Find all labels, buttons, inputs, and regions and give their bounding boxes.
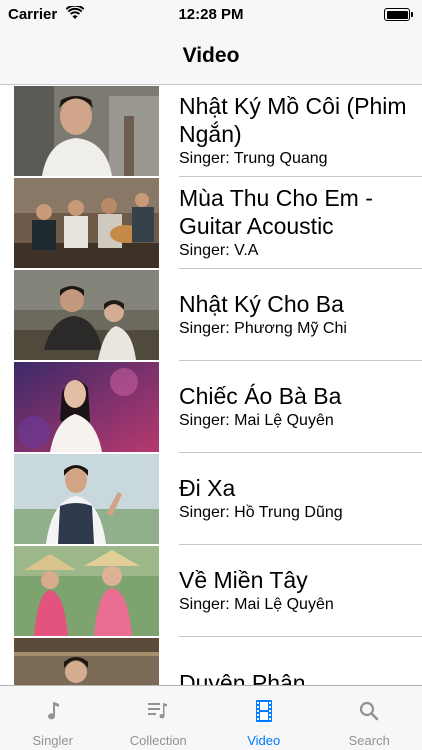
- video-row[interactable]: Đi Xa Singer: Hồ Trung Dũng: [0, 453, 422, 545]
- page-title: Video: [182, 44, 240, 67]
- status-bar: Carrier 12:28 PM: [0, 0, 422, 30]
- tab-search[interactable]: Search: [317, 686, 422, 750]
- video-singer: Singer: Hồ Trung Dũng: [179, 504, 343, 521]
- tab-collection[interactable]: Collection: [106, 686, 212, 750]
- video-title: Chiếc Áo Bà Ba: [179, 383, 342, 409]
- video-thumbnail: [14, 86, 159, 176]
- video-title: Mùa Thu Cho Em - Guitar Acoustic: [179, 185, 373, 239]
- video-row[interactable]: Chiếc Áo Bà Ba Singer: Mai Lệ Quyên: [0, 361, 422, 453]
- video-singer: Singer: Mai Lệ Quyên: [179, 596, 334, 613]
- video-title: Đi Xa: [179, 475, 236, 501]
- video-thumbnail: [14, 270, 159, 360]
- video-singer: Singer: Phương Mỹ Chi: [179, 320, 347, 337]
- video-title: Nhật Ký Mồ Côi (Phim Ngắn): [179, 93, 407, 147]
- video-list[interactable]: Nhật Ký Mồ Côi (Phim Ngắn) Singer: Trung…: [0, 85, 422, 685]
- tab-video[interactable]: Video: [211, 686, 317, 750]
- tab-label: Video: [247, 733, 281, 748]
- app-screen: Carrier 12:28 PM Video Nhật Ký Mồ Côi (P…: [0, 0, 422, 750]
- tab-bar: Singler Collection Video Search: [0, 685, 422, 750]
- video-title: Nhật Ký Cho Ba: [179, 291, 344, 317]
- search-icon: [360, 701, 379, 721]
- video-row[interactable]: Nhật Ký Mồ Côi (Phim Ngắn) Singer: Trung…: [0, 85, 422, 177]
- film-icon: [255, 700, 272, 722]
- tab-label: Singler: [32, 733, 73, 748]
- tab-label: Collection: [129, 733, 187, 748]
- video-title: Duyên Phận: [179, 670, 306, 685]
- music-note-icon: [47, 702, 59, 720]
- video-thumbnail: [14, 638, 159, 685]
- video-row[interactable]: Duyên Phận: [0, 637, 422, 685]
- video-row[interactable]: Mùa Thu Cho Em - Guitar Acoustic Singer:…: [0, 177, 422, 269]
- battery-icon: [384, 8, 413, 21]
- video-thumbnail: [14, 454, 159, 544]
- video-singer: Singer: Trung Quang: [179, 150, 328, 167]
- video-singer: Singer: V.A: [179, 242, 259, 259]
- video-row[interactable]: Về Miền Tây Singer: Mai Lệ Quyên: [0, 545, 422, 637]
- video-thumbnail: [14, 178, 159, 268]
- video-singer: Singer: Mai Lệ Quyên: [179, 412, 334, 429]
- video-row[interactable]: Nhật Ký Cho Ba Singer: Phương Mỹ Chi: [0, 269, 422, 361]
- tab-label: Search: [348, 733, 390, 748]
- video-thumbnail: [14, 546, 159, 636]
- video-thumbnail: [14, 362, 159, 452]
- navigation-bar: Video: [0, 30, 422, 85]
- tab-singler[interactable]: Singler: [0, 686, 106, 750]
- clock: 12:28 PM: [178, 6, 244, 23]
- video-title: Về Miền Tây: [179, 567, 308, 593]
- playlist-icon: [148, 703, 168, 719]
